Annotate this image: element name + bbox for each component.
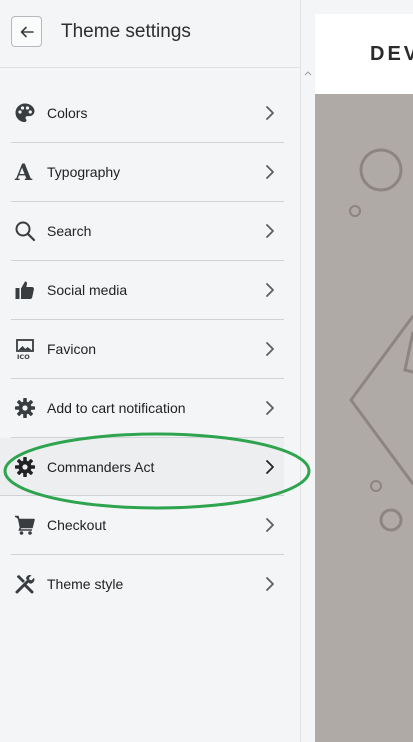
menu-item-commanders-act[interactable]: Commanders Act <box>0 438 284 496</box>
menu-item-search[interactable]: Search <box>11 202 284 261</box>
back-button[interactable] <box>11 16 42 47</box>
menu-item-add-to-cart-notification[interactable]: Add to cart notification <box>11 379 284 438</box>
menu-item-label: Commanders Act <box>47 458 155 475</box>
typography-icon: A <box>12 159 38 185</box>
chevron-up-icon <box>304 71 312 76</box>
chevron-right-icon <box>266 577 274 591</box>
chevron-right-icon <box>266 460 274 474</box>
menu-item-label: Social media <box>47 282 128 298</box>
svg-text:A: A <box>14 161 33 183</box>
menu-item-label: Theme style <box>47 576 124 592</box>
chevron-right-icon <box>266 165 274 179</box>
search-icon <box>12 218 38 244</box>
hero-decoration <box>349 148 413 532</box>
palette-icon <box>12 100 38 126</box>
svg-text:ICO: ICO <box>17 353 30 360</box>
menu-item-social-media[interactable]: Social media <box>11 261 284 320</box>
menu-item-checkout[interactable]: Checkout <box>11 496 284 555</box>
thumbs-up-icon <box>12 277 38 303</box>
scroll-up-arrow[interactable] <box>302 66 314 80</box>
preview-hero-banner <box>315 94 413 742</box>
chevron-right-icon <box>266 106 274 120</box>
menu-item-label: Search <box>47 223 92 239</box>
menu-item-label: Add to cart notification <box>47 400 186 416</box>
menu-item-theme-style[interactable]: Theme style <box>11 555 284 613</box>
sidebar-header: Theme settings <box>0 0 300 68</box>
theme-settings-list: Colors A Typography Search Social media … <box>0 84 300 613</box>
menu-item-label: Favicon <box>47 341 97 357</box>
tools-icon <box>12 571 38 597</box>
gear-icon <box>12 395 38 421</box>
page-title: Theme settings <box>61 21 191 42</box>
favicon-icon: ICO <box>12 336 38 362</box>
menu-item-label: Colors <box>47 105 88 121</box>
theme-settings-sidebar: Theme settings Colors A Typography Searc… <box>0 0 312 742</box>
chevron-right-icon <box>266 224 274 238</box>
menu-item-colors[interactable]: Colors <box>11 84 284 143</box>
store-brand: DEV <box>370 43 413 65</box>
menu-item-typography[interactable]: A Typography <box>11 143 284 202</box>
sidebar-divider <box>300 0 301 742</box>
chevron-right-icon <box>266 283 274 297</box>
chevron-right-icon <box>266 342 274 356</box>
chevron-right-icon <box>266 518 274 532</box>
cart-icon <box>12 512 38 538</box>
store-preview: DEV <box>315 14 413 742</box>
preview-header: DEV <box>315 14 413 94</box>
menu-item-label: Typography <box>47 164 121 180</box>
menu-item-label: Checkout <box>47 517 107 533</box>
gear-icon <box>12 454 38 480</box>
arrow-left-icon <box>20 26 34 37</box>
menu-item-favicon[interactable]: ICO Favicon <box>11 320 284 379</box>
chevron-right-icon <box>266 401 274 415</box>
